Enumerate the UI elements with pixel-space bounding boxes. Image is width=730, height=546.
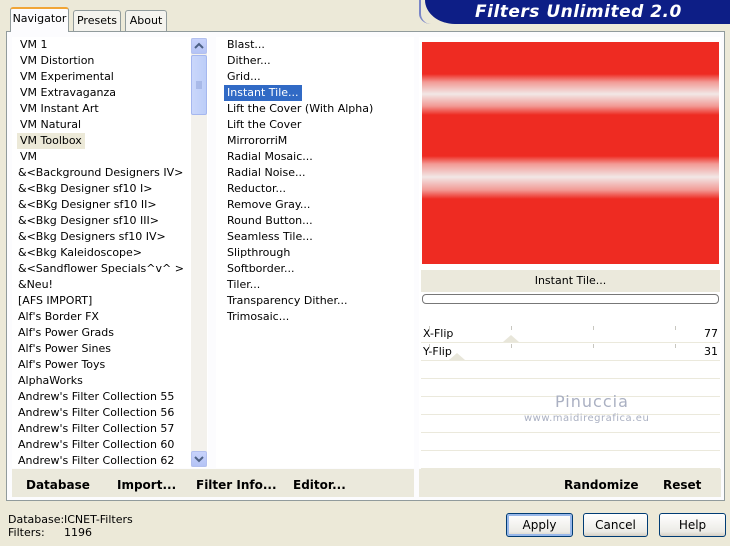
watermark-name: Pinuccia (555, 392, 629, 411)
category-item[interactable]: VM (17, 149, 40, 165)
category-item[interactable]: VM Distortion (17, 53, 97, 69)
category-item[interactable]: &<Sandflower Specials^v^ > (15, 261, 187, 277)
reset-button[interactable]: Reset (663, 477, 701, 493)
category-item[interactable]: VM Toolbox (17, 133, 85, 149)
category-item[interactable]: Alf's Power Sines (15, 341, 114, 357)
category-item[interactable]: VM Instant Art (17, 101, 102, 117)
current-filter-name: Instant Tile... (421, 270, 720, 292)
slider-tick (511, 326, 512, 330)
database-label: Database: (8, 513, 65, 526)
cancel-button[interactable]: Cancel (583, 513, 648, 537)
randomize-button[interactable]: Randomize (564, 477, 638, 493)
category-item[interactable]: &<Bkg Designer sf10 I> (15, 181, 156, 197)
filter-item[interactable]: Tiler... (224, 277, 263, 293)
filter-item[interactable]: Lift the Cover (224, 117, 304, 133)
filter-item[interactable]: Softborder... (224, 261, 298, 277)
filter-item[interactable]: Radial Mosaic... (224, 149, 316, 165)
category-item[interactable]: Alf's Power Toys (15, 357, 108, 373)
scroll-up-button[interactable] (191, 38, 207, 54)
param-empty-row (421, 452, 720, 469)
filter-item[interactable]: Reductor... (224, 181, 289, 197)
import-button[interactable]: Import... (117, 477, 176, 493)
category-item[interactable]: Alf's Border FX (15, 309, 102, 325)
category-item[interactable]: VM Experimental (17, 69, 117, 85)
scroll-thumb[interactable] (191, 55, 207, 115)
tab-navigator[interactable]: Navigator (10, 7, 69, 32)
filter-item[interactable]: Instant Tile... (223, 84, 303, 102)
database-value: ICNET-Filters (64, 513, 133, 526)
filters-label: Filters: (8, 526, 45, 539)
apply-button[interactable]: Apply (506, 513, 573, 537)
param-empty-row (421, 434, 720, 451)
category-item[interactable]: Andrew's Filter Collection 60 (15, 437, 177, 453)
param-label: X-Flip (423, 327, 454, 340)
category-item[interactable]: &<Bkg Designer sf10 III> (15, 213, 162, 229)
slider-tick (511, 344, 512, 348)
category-item[interactable]: &Neu! (15, 277, 56, 293)
editor-button[interactable]: Editor... (293, 477, 346, 493)
filter-item[interactable]: Lift the Cover (With Alpha) (224, 101, 376, 117)
slider-tick (675, 344, 676, 348)
app-title: Filters Unlimited 2.0 (475, 2, 682, 22)
category-item[interactable]: VM 1 (17, 37, 51, 53)
category-item[interactable]: [AFS IMPORT] (15, 293, 95, 309)
filter-info-button[interactable]: Filter Info... (196, 477, 277, 493)
param-value: 77 (704, 327, 718, 340)
filter-item[interactable]: Trimosaic... (224, 309, 292, 325)
category-item[interactable]: Alf's Power Grads (15, 325, 117, 341)
filter-item[interactable]: Slipthrough (224, 245, 293, 261)
category-item[interactable]: VM Extravaganza (17, 85, 119, 101)
slider-tick (593, 326, 594, 330)
filter-item[interactable]: MirrororriM (224, 133, 290, 149)
category-scrollbar[interactable] (191, 38, 207, 467)
filter-item[interactable]: Seamless Tile... (224, 229, 316, 245)
param-x-flip[interactable]: X-Flip 77 (421, 326, 720, 343)
filter-item[interactable]: Transparency Dither... (224, 293, 350, 309)
param-empty-row (421, 362, 720, 379)
category-item[interactable]: Andrew's Filter Collection 57 (15, 421, 177, 437)
database-button[interactable]: Database (26, 477, 90, 493)
category-item[interactable]: &<BKg Designer sf10 II> (15, 197, 160, 213)
category-item[interactable]: Andrew's Filter Collection 62 (15, 453, 177, 469)
progress-bar (422, 294, 719, 304)
category-item[interactable]: Andrew's Filter Collection 55 (15, 389, 177, 405)
tab-about[interactable]: About (125, 10, 167, 31)
preview-image (422, 42, 719, 264)
slider-tick (429, 344, 430, 348)
category-item[interactable]: &<Bkg Designers sf10 IV> (15, 229, 169, 245)
param-label: Y-Flip (423, 345, 452, 358)
param-value: 31 (704, 345, 718, 358)
slider-marker[interactable] (503, 335, 519, 342)
param-y-flip[interactable]: Y-Flip 31 (421, 344, 720, 361)
slider-tick (675, 326, 676, 330)
chevron-down-icon (194, 456, 204, 463)
category-item[interactable]: AlphaWorks (15, 373, 86, 389)
filters-count: 1196 (64, 526, 92, 539)
slider-tick (429, 326, 430, 330)
category-item[interactable]: &<Bkg Kaleidoscope> (15, 245, 145, 261)
filter-item[interactable]: Round Button... (224, 213, 316, 229)
category-item[interactable]: Andrew's Filter Collection 56 (15, 405, 177, 421)
filter-item[interactable]: Dither... (224, 53, 274, 69)
slider-marker[interactable] (449, 353, 465, 360)
help-button[interactable]: Help (659, 513, 726, 537)
filter-item[interactable]: Remove Gray... (224, 197, 313, 213)
chevron-up-icon (194, 42, 204, 49)
filter-item[interactable]: Grid... (224, 69, 264, 85)
slider-tick (593, 344, 594, 348)
watermark-url: www.maidiregrafica.eu (524, 413, 650, 424)
category-item[interactable]: &<Background Designers IV> (15, 165, 186, 181)
filter-item[interactable]: Radial Noise... (224, 165, 308, 181)
category-item[interactable]: VM Natural (17, 117, 84, 133)
scroll-down-button[interactable] (191, 451, 207, 467)
grip-icon (196, 81, 202, 89)
tab-presets[interactable]: Presets (73, 10, 121, 31)
filter-item[interactable]: Blast... (224, 37, 268, 53)
